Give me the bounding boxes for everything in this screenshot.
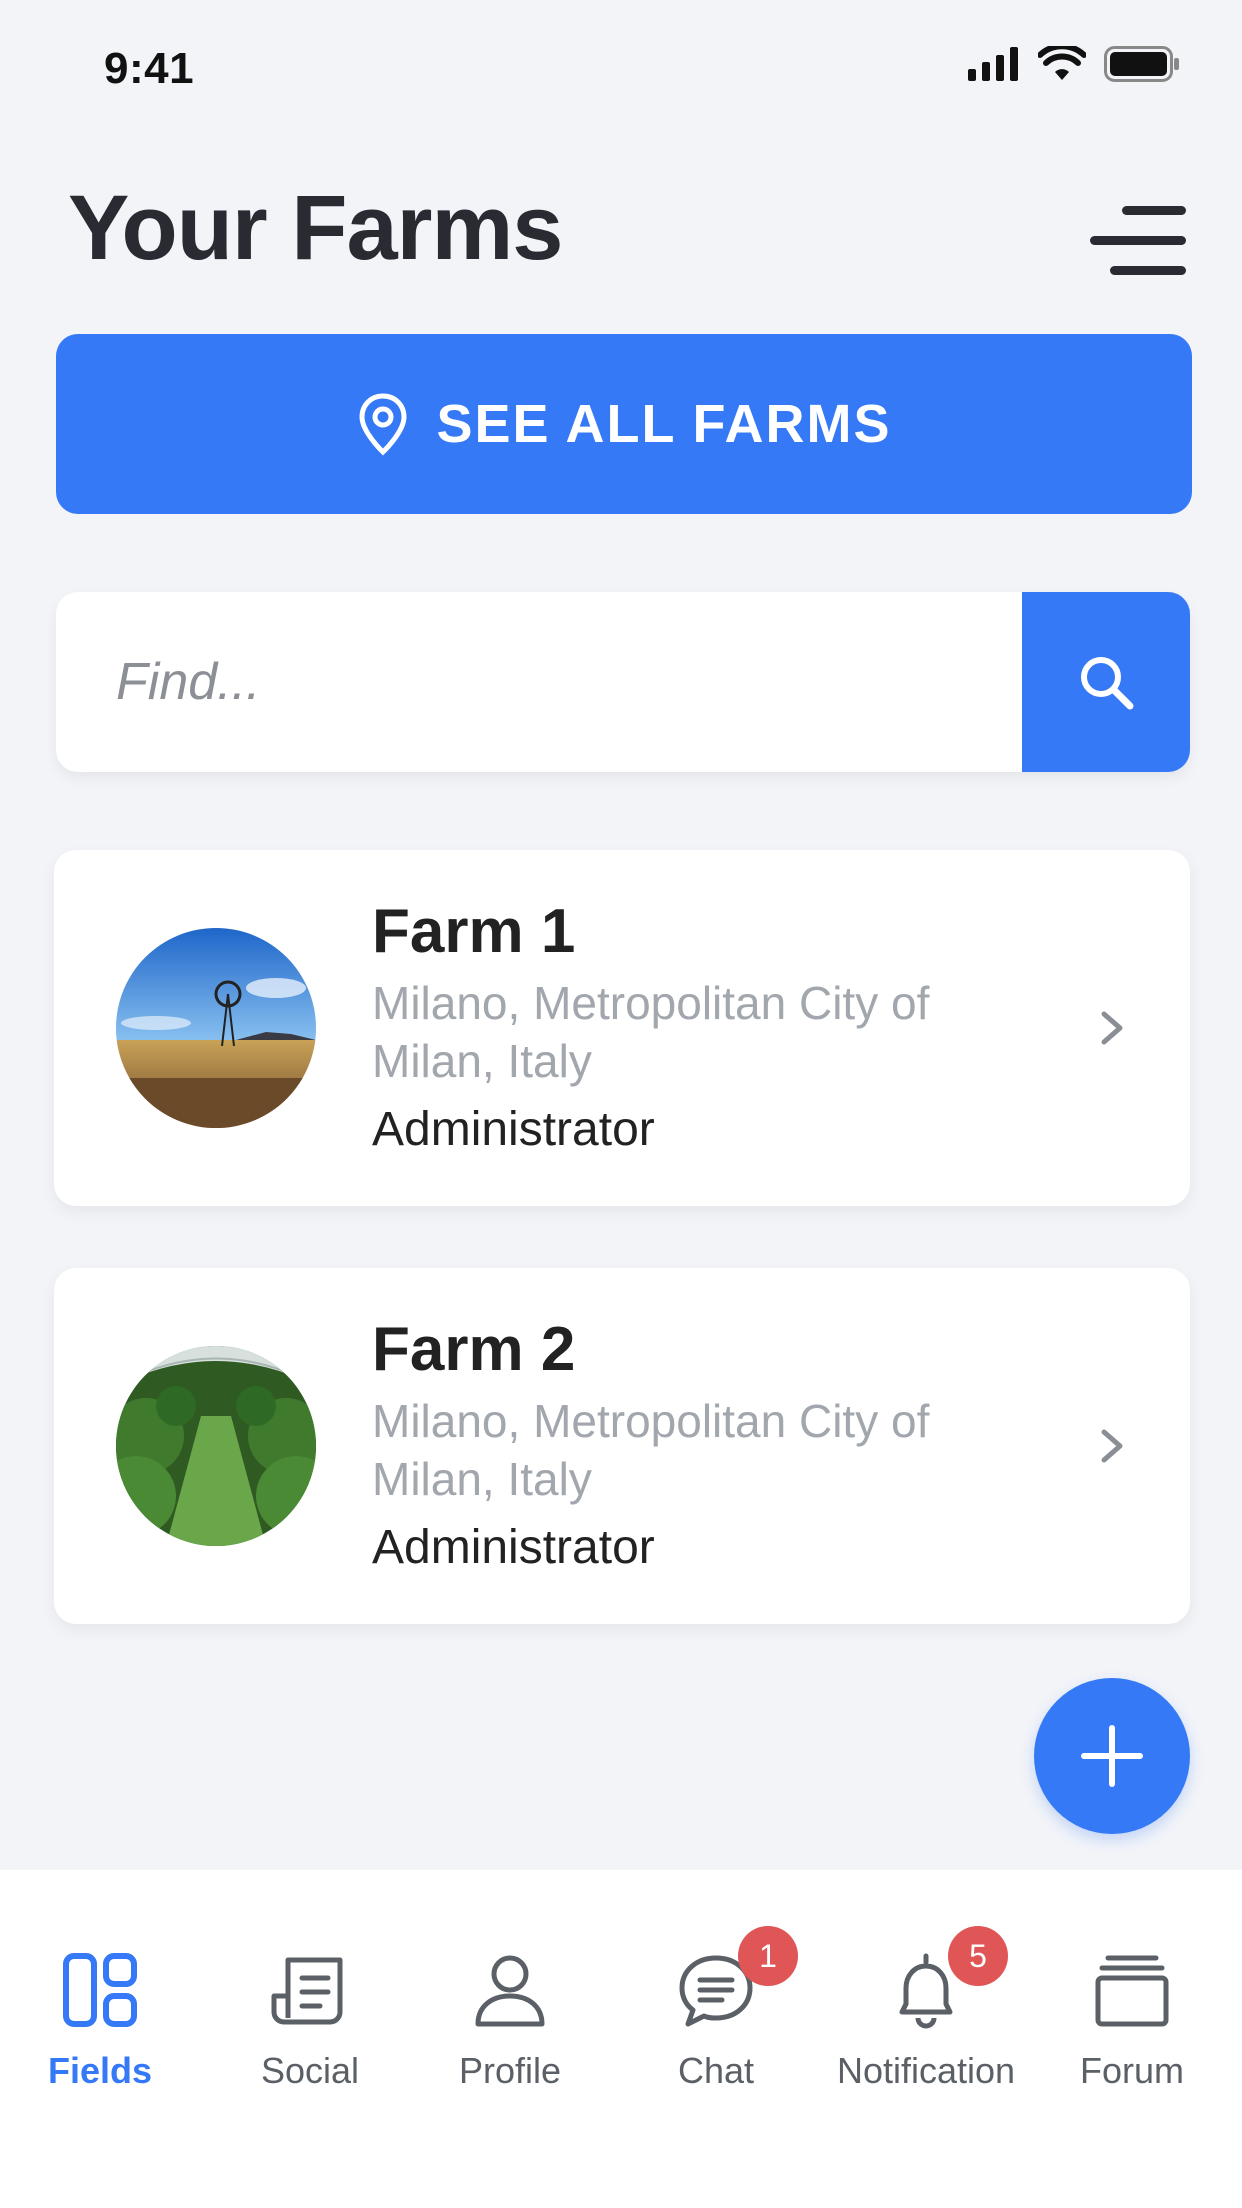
status-time: 9:41 [104, 44, 195, 93]
farm-name: Farm 1 [372, 897, 576, 966]
notification-badge: 5 [948, 1926, 1008, 1986]
windmill-field-photo [116, 928, 316, 1128]
signal-icon [968, 47, 1018, 81]
chevron-right-icon [1101, 1429, 1123, 1463]
nav-label: Social [260, 2050, 360, 2091]
forum-stack-icon [1095, 1955, 1169, 2027]
farm-role: Administrator [372, 1103, 655, 1156]
location-pin-icon [359, 393, 407, 456]
chat-badge: 1 [738, 1926, 798, 1986]
bottom-nav: Fields Social Profile 1 Chat 5 Notificat… [0, 1870, 1242, 2208]
greenhouse-plants-photo [116, 1346, 316, 1546]
fields-grid-icon [63, 1953, 137, 2027]
farm-card[interactable]: Farm 1 Milano, Metropolitan City of Mila… [54, 850, 1190, 1206]
status-icons [968, 46, 1180, 82]
farm-photo [116, 928, 316, 1128]
nav-label: Chat [677, 2050, 755, 2091]
nav-item-forum[interactable]: Forum [1032, 1870, 1232, 2100]
nav-item-profile[interactable]: Profile [410, 1870, 610, 2100]
battery-icon [1104, 46, 1179, 82]
page-title: Your Farms [68, 177, 563, 279]
nav-item-fields[interactable]: Fields [0, 1870, 200, 2100]
menu-line-icon [1090, 236, 1186, 245]
search-icon [1081, 657, 1134, 710]
menu-line-icon [1122, 206, 1186, 215]
nav-item-notification[interactable]: 5 Notification [826, 1870, 1026, 2100]
chevron-right-icon [1101, 1011, 1123, 1045]
nav-label: Fields [47, 2050, 153, 2091]
farm-role: Administrator [372, 1521, 655, 1574]
nav-item-social[interactable]: Social [210, 1870, 410, 2100]
farm-photo [116, 1346, 316, 1546]
wifi-icon [1038, 46, 1086, 80]
search-button[interactable] [1022, 592, 1190, 772]
nav-label: Notification [836, 2050, 1016, 2091]
menu-button[interactable] [1090, 206, 1186, 276]
search-input[interactable] [56, 592, 1022, 772]
add-farm-button[interactable] [1034, 1678, 1190, 1834]
farm-card[interactable]: Farm 2 Milano, Metropolitan City of Mila… [54, 1268, 1190, 1624]
search-bar [56, 592, 1190, 772]
menu-line-icon [1110, 266, 1186, 275]
social-document-icon [271, 1957, 343, 2025]
farm-location: Milano, Metropolitan City of Milan, Ital… [372, 1395, 930, 1505]
status-bar: 9:41 [0, 0, 1242, 130]
see-all-farms-label: SEE ALL FARMS [436, 394, 892, 454]
nav-label: Profile [458, 2050, 562, 2091]
farm-name: Farm 2 [372, 1315, 576, 1384]
nav-label: Forum [1079, 2050, 1184, 2091]
farm-location: Milano, Metropolitan City of Milan, Ital… [372, 977, 930, 1087]
profile-person-icon [475, 1955, 545, 2027]
plus-icon [1081, 1725, 1143, 1787]
see-all-farms-button[interactable]: SEE ALL FARMS [56, 334, 1192, 514]
nav-item-chat[interactable]: 1 Chat [616, 1870, 816, 2100]
